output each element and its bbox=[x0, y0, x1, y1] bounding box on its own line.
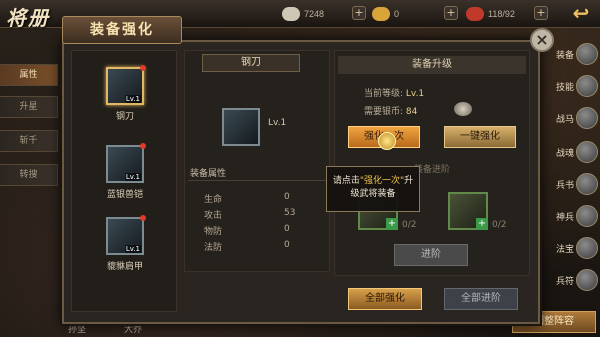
material-count-2: 0/2 bbox=[492, 220, 507, 230]
current-level-row: 当前等级: Lv.1 bbox=[364, 86, 424, 99]
tab-zhanqian[interactable]: 斩千 bbox=[0, 130, 58, 152]
stamina-resource: 118/92 bbox=[466, 6, 515, 22]
attr-row-hp: 生命 0 bbox=[204, 192, 304, 205]
menu-equipment[interactable]: 装备 bbox=[550, 42, 598, 66]
back-icon[interactable]: ↩ bbox=[566, 2, 596, 24]
equip-level: Lv.1 bbox=[124, 95, 141, 103]
coin-resource: 7248 bbox=[282, 6, 324, 22]
cost-row: 需要银币: 84 bbox=[364, 104, 417, 117]
book-icon bbox=[576, 173, 598, 195]
menu-horse-label: 战马 bbox=[555, 114, 574, 125]
tab-star-up[interactable]: 升星 bbox=[0, 96, 58, 118]
material-slot-2[interactable]: + bbox=[448, 192, 488, 230]
equip-item-shoulder[interactable]: Lv.1 貔貅肩甲 bbox=[72, 215, 178, 272]
attr-value: 0 bbox=[284, 192, 290, 202]
menu-equipment-label: 装备 bbox=[555, 50, 574, 61]
menu-treasure-label: 法宝 bbox=[555, 244, 574, 255]
current-level-value: Lv.1 bbox=[405, 89, 425, 99]
menu-horse[interactable]: 战马 bbox=[550, 106, 598, 130]
divider bbox=[188, 180, 326, 181]
upgrade-all-button[interactable]: 全部强化 bbox=[348, 288, 422, 310]
equip-name: 蓝银兽铠 bbox=[106, 190, 143, 200]
weapon-icon bbox=[576, 205, 598, 227]
equip-name: 钢刀 bbox=[115, 112, 134, 122]
menu-soul-label: 战魂 bbox=[555, 148, 574, 159]
menu-skill[interactable]: 技能 bbox=[550, 74, 598, 98]
menu-soul[interactable]: 战魂 bbox=[550, 140, 598, 164]
tally-icon bbox=[576, 269, 598, 291]
silver-coin-icon bbox=[454, 102, 472, 116]
menu-divine-weapon-label: 神兵 bbox=[555, 212, 574, 223]
attr-label: 生命 bbox=[204, 195, 223, 205]
attr-label: 攻击 bbox=[204, 211, 223, 221]
equip-item-armor[interactable]: Lv.1 蓝银兽铠 bbox=[72, 143, 178, 200]
attr-row-pdef: 物防 0 bbox=[204, 224, 304, 237]
equipment-detail-panel bbox=[184, 50, 330, 272]
material-count-1: 0/2 bbox=[402, 220, 417, 230]
red-dot-icon bbox=[140, 143, 146, 149]
tab-attributes[interactable]: 属性 bbox=[0, 64, 58, 86]
blade-icon bbox=[222, 108, 260, 146]
guide-tooltip: 请点击"强化一次"升级武将装备 bbox=[326, 166, 420, 212]
attr-value: 0 bbox=[284, 224, 290, 234]
attr-value: 53 bbox=[284, 208, 296, 218]
equip-level: Lv.1 bbox=[124, 245, 141, 253]
menu-book-label: 兵书 bbox=[555, 180, 574, 191]
equip-level: Lv.1 bbox=[124, 173, 141, 181]
equip-name: 貔貅肩甲 bbox=[106, 262, 143, 272]
current-level-label: 当前等级: bbox=[364, 89, 404, 99]
ingot-icon bbox=[372, 7, 390, 21]
modal-title: 装备强化 bbox=[62, 16, 182, 44]
skill-icon bbox=[576, 75, 598, 97]
stamina-value: 118/92 bbox=[488, 9, 515, 19]
shoulder-icon: Lv.1 bbox=[106, 215, 146, 255]
horse-icon bbox=[576, 107, 598, 129]
menu-divine-weapon[interactable]: 神兵 bbox=[550, 204, 598, 228]
attr-label: 物防 bbox=[204, 227, 223, 237]
red-dot-icon bbox=[140, 65, 146, 71]
attr-row-mdef: 法防 0 bbox=[204, 240, 304, 253]
one-key-upgrade-button[interactable]: 一键强化 bbox=[444, 126, 516, 148]
menu-treasure[interactable]: 法宝 bbox=[550, 236, 598, 260]
page-title: 将册 bbox=[6, 6, 50, 30]
detail-name: 钢刀 bbox=[202, 54, 300, 72]
soul-icon bbox=[576, 141, 598, 163]
equipment-list: Lv.1 钢刀 Lv.1 蓝银兽铠 Lv.1 貔貅肩甲 bbox=[71, 50, 177, 312]
red-dot-icon bbox=[140, 215, 146, 221]
tooltip-pre: 请点击 bbox=[332, 176, 360, 186]
coin-icon bbox=[282, 7, 300, 21]
advance-button[interactable]: 进阶 bbox=[394, 244, 468, 266]
armor-icon: Lv.1 bbox=[106, 143, 146, 183]
pointer-hand-icon bbox=[378, 132, 396, 150]
tab-transfer[interactable]: 转搜 bbox=[0, 164, 58, 186]
treasure-icon bbox=[576, 237, 598, 259]
ingot-resource: 0 bbox=[372, 6, 399, 22]
attr-row-atk: 攻击 53 bbox=[204, 208, 304, 221]
helmet-icon bbox=[576, 43, 598, 65]
menu-tally[interactable]: 兵符 bbox=[550, 268, 598, 292]
add-coin-button[interactable]: + bbox=[352, 6, 366, 20]
coin-value: 7248 bbox=[304, 9, 325, 19]
advance-all-button[interactable]: 全部进阶 bbox=[444, 288, 518, 310]
equip-item-blade[interactable]: Lv.1 钢刀 bbox=[72, 65, 178, 122]
add-ingot-button[interactable]: + bbox=[444, 6, 458, 20]
tooltip-highlight: "强化一次" bbox=[359, 176, 405, 186]
add-icon: + bbox=[476, 218, 488, 230]
attr-label: 法防 bbox=[204, 243, 223, 253]
menu-book[interactable]: 兵书 bbox=[550, 172, 598, 196]
blade-icon: Lv.1 bbox=[106, 65, 146, 105]
menu-skill-label: 技能 bbox=[555, 82, 574, 93]
ingot-value: 0 bbox=[394, 9, 400, 19]
upgrade-title: 装备升级 bbox=[338, 56, 526, 74]
stamina-icon bbox=[466, 7, 484, 21]
menu-tally-label: 兵符 bbox=[555, 276, 574, 287]
detail-level: Lv.1 bbox=[268, 118, 287, 128]
add-stamina-button[interactable]: + bbox=[534, 6, 548, 20]
attr-title: 装备属性 bbox=[190, 169, 227, 179]
close-icon[interactable]: × bbox=[530, 28, 554, 52]
add-icon: + bbox=[386, 218, 398, 230]
cost-label: 需要银币: bbox=[364, 107, 404, 117]
attr-value: 0 bbox=[284, 240, 290, 250]
cost-value: 84 bbox=[405, 107, 418, 117]
